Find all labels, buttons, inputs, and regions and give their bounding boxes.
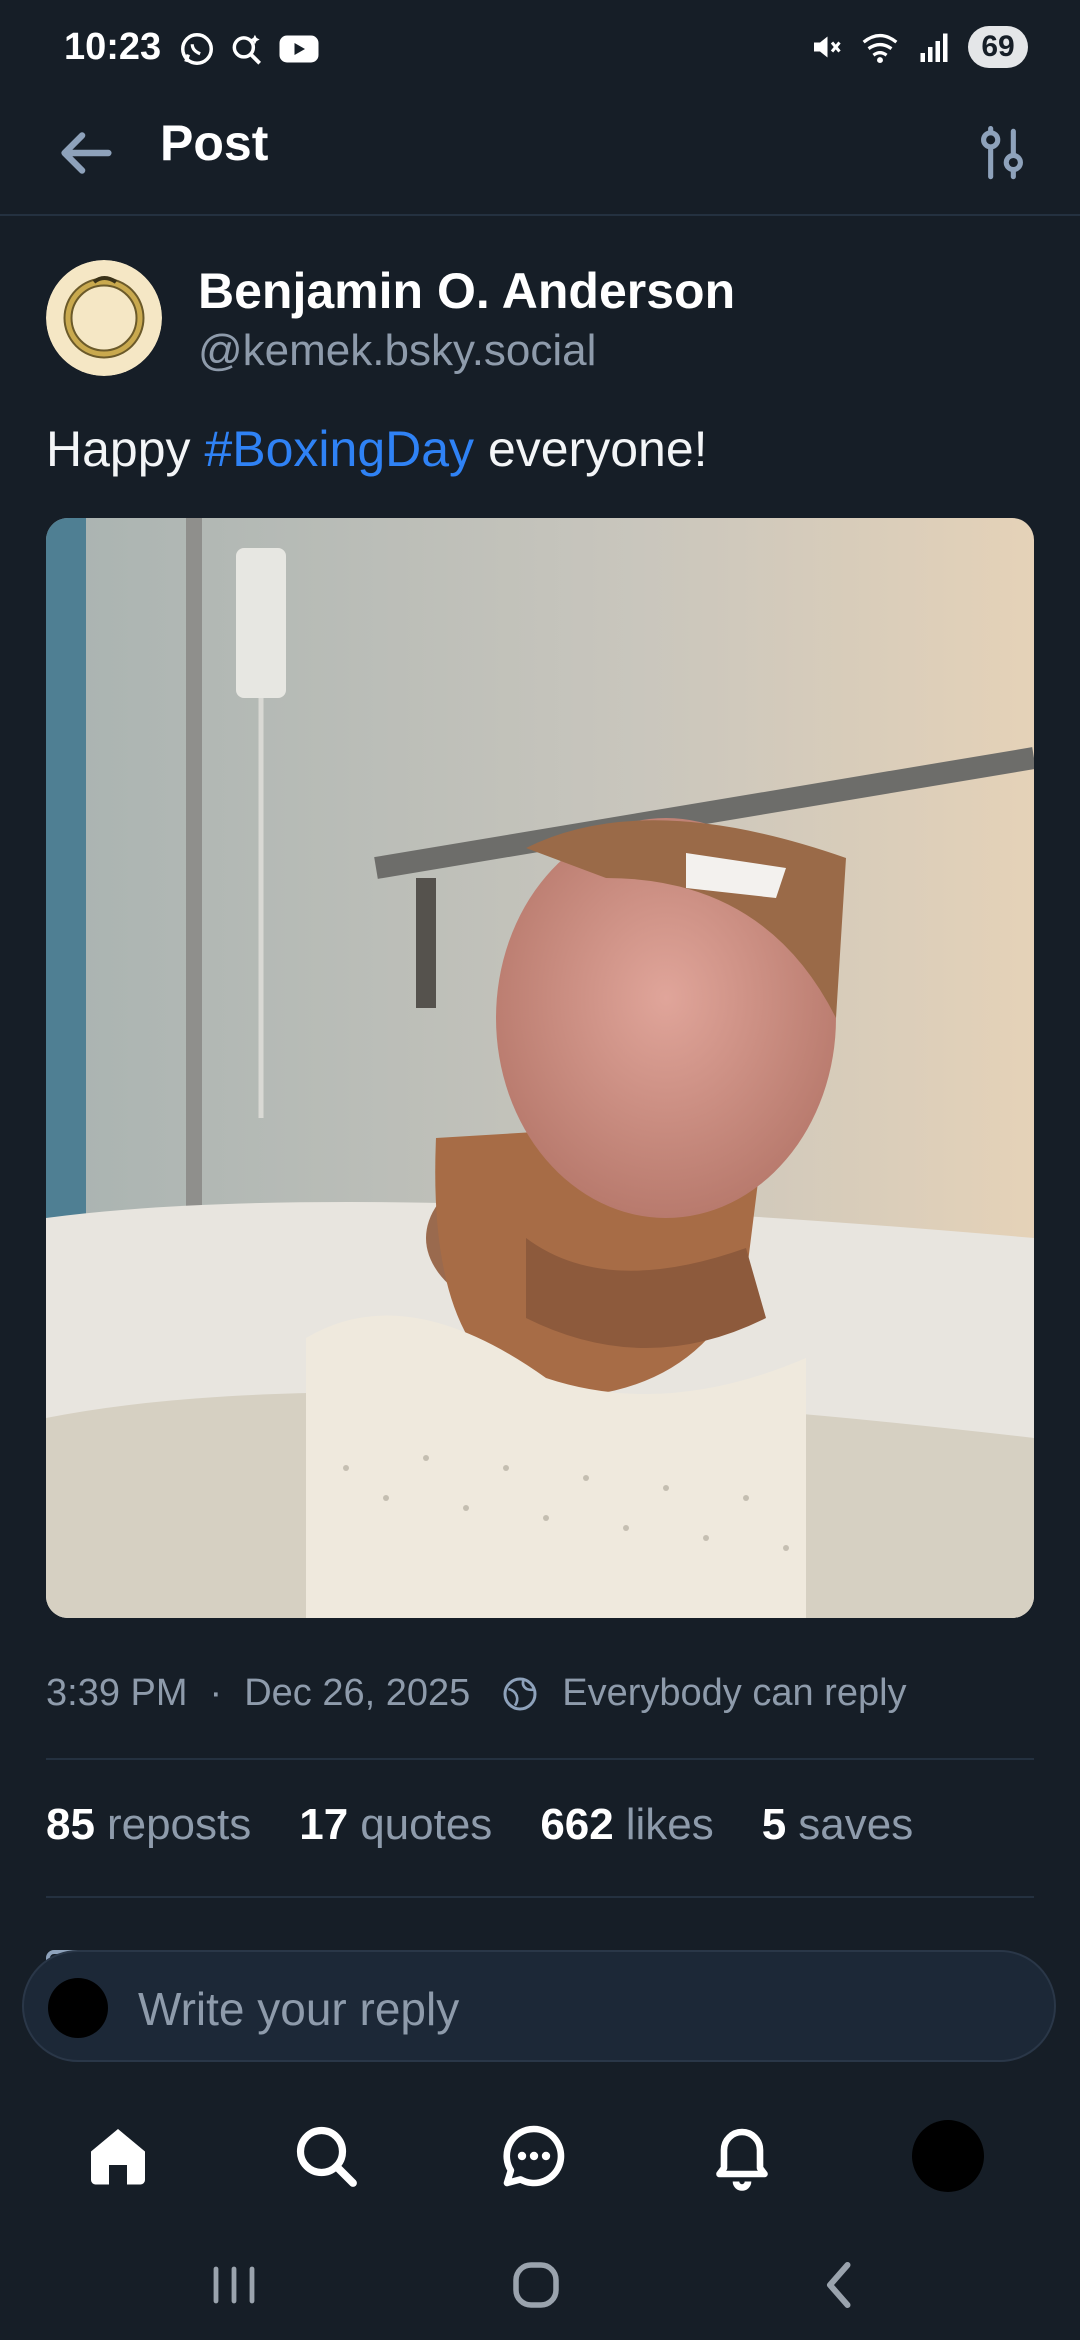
home-button-icon — [513, 2262, 559, 2308]
arrow-left-icon — [61, 132, 112, 174]
status-icons-left — [178, 30, 320, 68]
status-time: 10:23 — [64, 26, 162, 68]
post-photo — [46, 518, 1034, 1618]
meta-separator: · — [209, 1672, 223, 1714]
whatsapp-icon — [181, 33, 213, 65]
profile-avatar — [912, 2120, 984, 2192]
avatar — [48, 1978, 108, 2038]
recent-apps-icon — [213, 2266, 255, 2304]
tab-home[interactable] — [78, 2116, 158, 2196]
post-stats: 85 reposts 17 quotes 662 likes 5 saves — [46, 1800, 913, 1850]
tab-notifications[interactable] — [702, 2116, 782, 2196]
post-date: Dec 26, 2025 — [244, 1672, 471, 1714]
chat-icon — [503, 2125, 565, 2187]
home-icon — [91, 2129, 145, 2185]
search-sparkle-icon — [232, 34, 262, 65]
tab-profile[interactable] — [908, 2116, 988, 2196]
recent-apps-button[interactable] — [194, 2250, 274, 2320]
reposts-label: reposts — [106, 1800, 252, 1849]
back-icon — [827, 2262, 851, 2308]
divider — [46, 1896, 1034, 1898]
reposts-stat[interactable]: 85 reposts — [46, 1800, 251, 1850]
battery-indicator: 69 — [968, 26, 1028, 68]
likes-count: 662 — [540, 1800, 614, 1849]
hashtag-link[interactable]: #BoxingDay — [204, 421, 474, 477]
globe-icon — [503, 1677, 537, 1710]
post-meta: 3:39 PM · Dec 26, 2025 Everybody can rep… — [46, 1672, 907, 1715]
reply-composer[interactable]: Write your reply — [22, 1950, 1056, 2062]
author-handle[interactable]: @kemek.bsky.social — [198, 326, 596, 376]
post-text: Happy #BoxingDay everyone! — [46, 420, 708, 478]
saves-stat[interactable]: 5 saves — [762, 1800, 913, 1850]
likes-label: likes — [625, 1800, 714, 1849]
bottom-tab-bar — [0, 2100, 1080, 2200]
saves-label: saves — [798, 1800, 914, 1849]
search-icon — [296, 2126, 357, 2187]
tab-messages[interactable] — [494, 2116, 574, 2196]
back-nav-button[interactable] — [800, 2250, 880, 2320]
post-text-end: everyone! — [474, 421, 708, 477]
status-icons-right: 69 — [808, 26, 1028, 68]
divider — [46, 1758, 1034, 1760]
post-image[interactable] — [46, 518, 1034, 1618]
bell-icon — [716, 2128, 768, 2191]
likes-stat[interactable]: 662 likes — [540, 1800, 713, 1850]
post-time: 3:39 PM — [46, 1672, 188, 1714]
youtube-icon — [279, 35, 319, 63]
post-text-start: Happy — [46, 421, 205, 477]
quotes-label: quotes — [360, 1800, 493, 1849]
back-button[interactable] — [50, 118, 120, 188]
home-nav-button[interactable] — [496, 2250, 576, 2320]
tab-search[interactable] — [286, 2116, 366, 2196]
header: Post — [0, 100, 1080, 216]
reposts-count: 85 — [46, 1800, 95, 1849]
system-nav-bar — [0, 2230, 1080, 2340]
author-avatar[interactable] — [46, 260, 162, 376]
page-title: Post — [160, 115, 269, 171]
quotes-stat[interactable]: 17 quotes — [299, 1800, 492, 1850]
thread-settings-button[interactable] — [968, 120, 1036, 188]
signal-icon — [920, 33, 948, 62]
saves-count: 5 — [761, 1800, 787, 1849]
reply-input[interactable]: Write your reply — [138, 1982, 459, 2036]
reply-setting[interactable]: Everybody can reply — [562, 1672, 906, 1715]
status-bar: 10:23 69 — [0, 0, 1080, 100]
sliders-icon — [981, 125, 1023, 180]
quotes-count: 17 — [299, 1800, 349, 1849]
author-name[interactable]: Benjamin O. Anderson — [198, 262, 735, 320]
ouroboros-avatar-icon — [46, 260, 162, 376]
mute-icon — [814, 36, 841, 58]
wifi-icon — [862, 33, 898, 64]
